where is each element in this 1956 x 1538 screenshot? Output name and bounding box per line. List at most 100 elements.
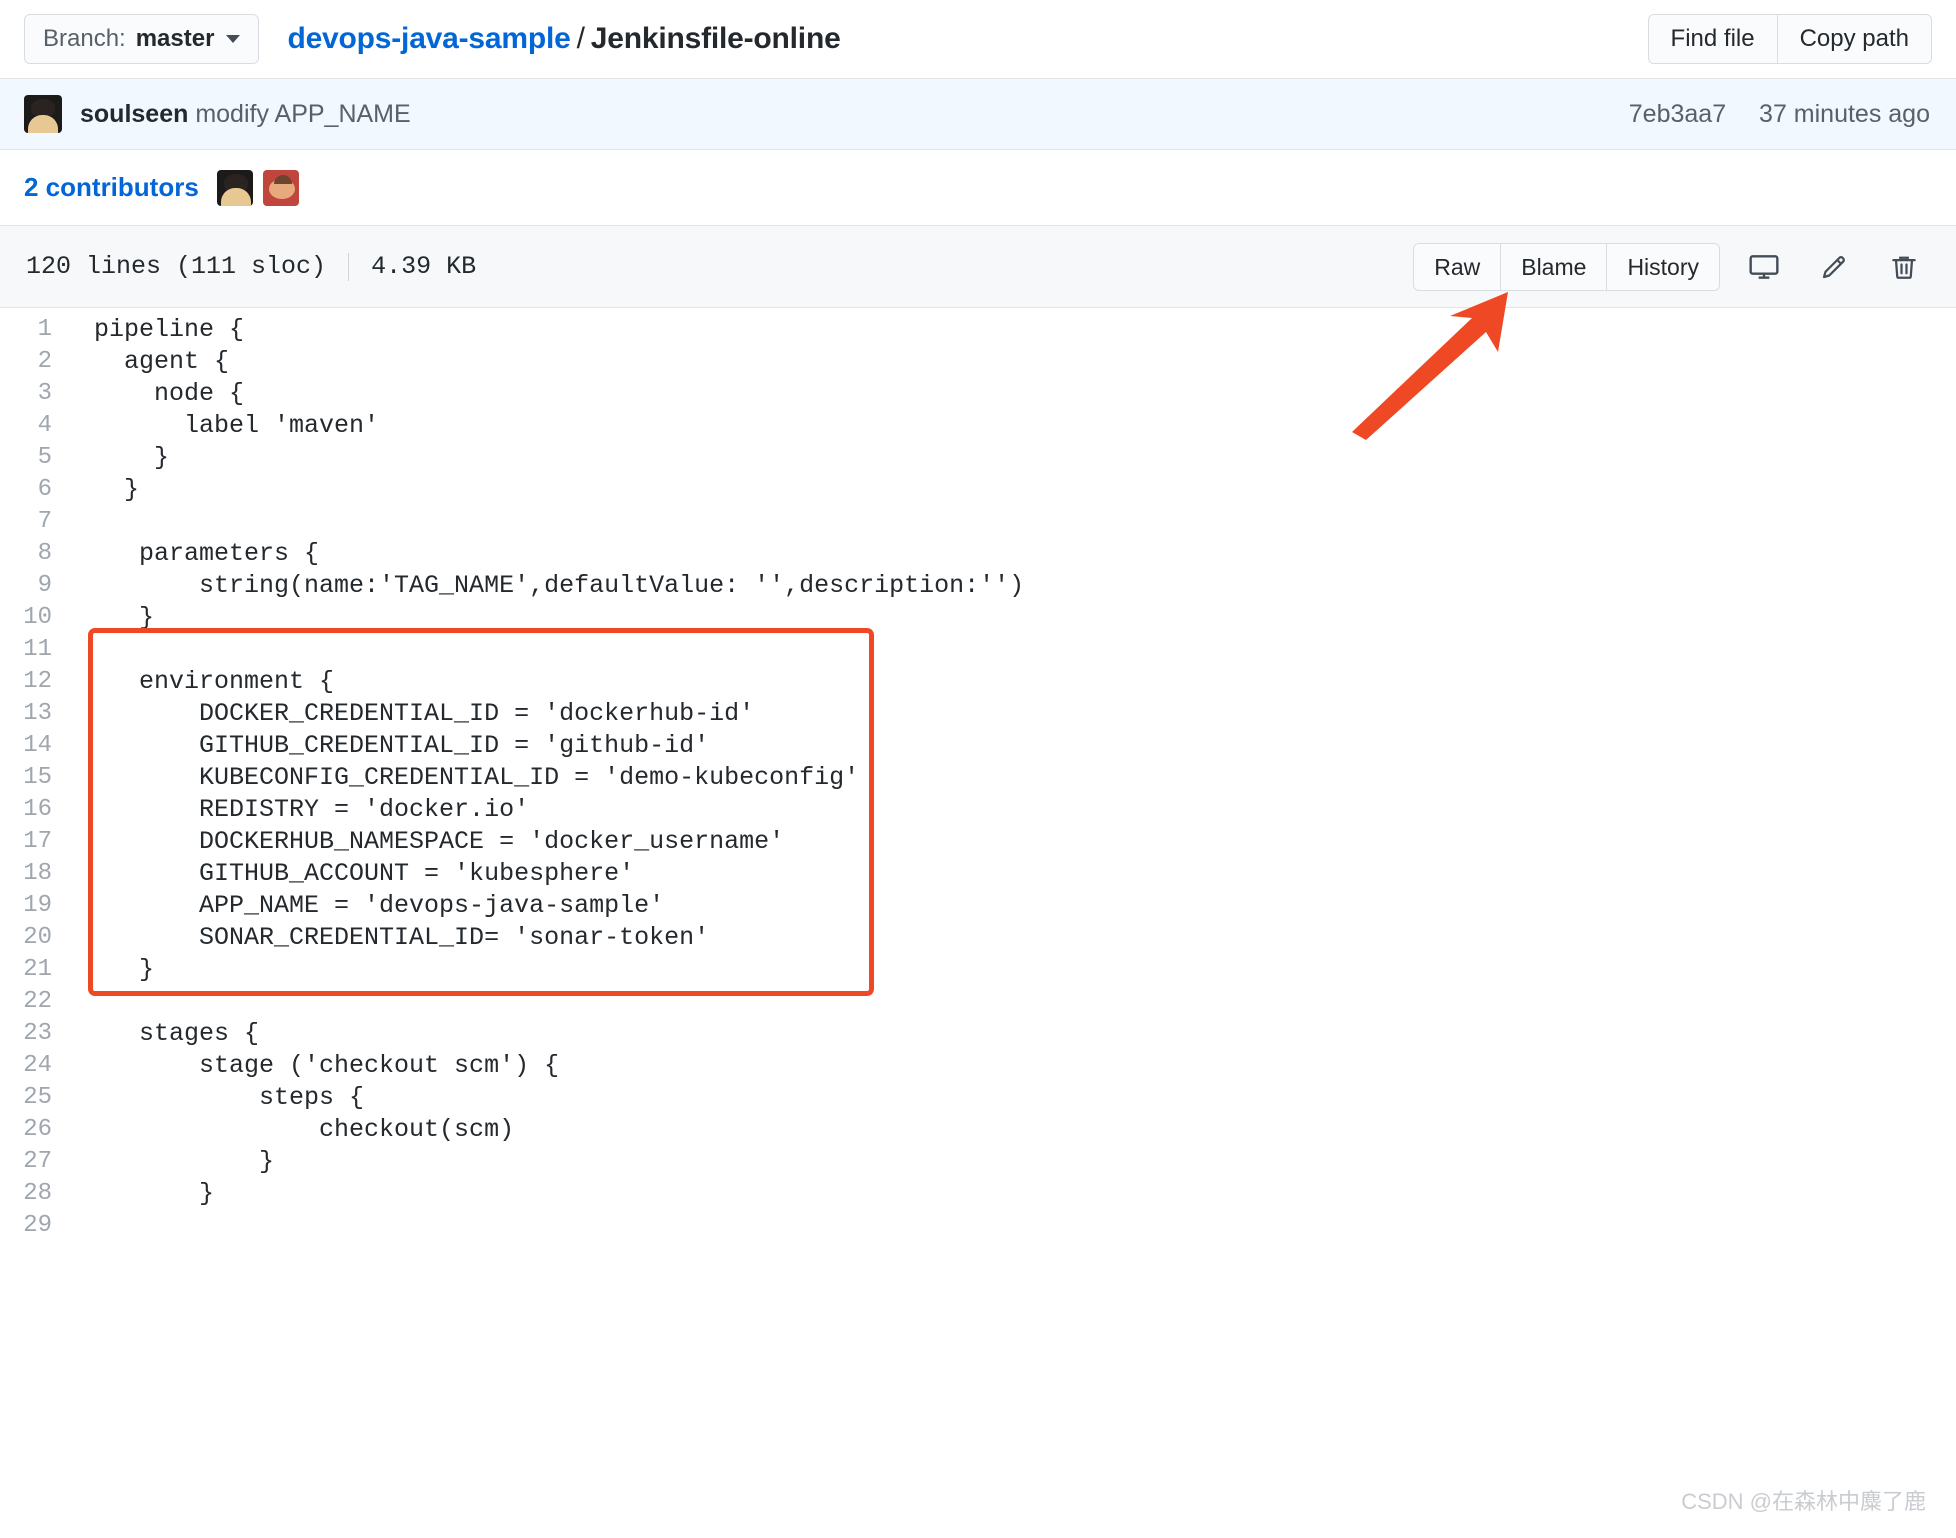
code-line: 28 } <box>0 1178 1956 1210</box>
line-number[interactable]: 12 <box>0 666 72 698</box>
line-number[interactable]: 27 <box>0 1146 72 1178</box>
contributors-link[interactable]: 2 contributors <box>24 172 199 203</box>
line-number[interactable]: 22 <box>0 986 72 1018</box>
line-content: DOCKERHUB_NAMESPACE = 'docker_username' <box>94 827 785 856</box>
line-content: label 'maven' <box>94 411 380 440</box>
line-number[interactable]: 25 <box>0 1082 72 1114</box>
header-actions: Find file Copy path <box>1647 14 1932 64</box>
line-number[interactable]: 18 <box>0 858 72 890</box>
line-number[interactable]: 23 <box>0 1018 72 1050</box>
line-content: checkout(scm) <box>94 1115 515 1144</box>
file-size: 4.39 KB <box>371 252 477 281</box>
line-content: } <box>94 603 155 632</box>
line-number[interactable]: 15 <box>0 762 72 794</box>
line-number[interactable]: 3 <box>0 378 72 410</box>
breadcrumb-file-name: Jenkinsfile-online <box>590 22 841 55</box>
code-line: 8 parameters { <box>0 538 1956 570</box>
code-line: 21 } <box>0 954 1956 986</box>
line-content: parameters { <box>94 539 320 568</box>
file-meta: 120 lines (111 sloc) 4.39 KB <box>26 252 476 281</box>
line-content: GITHUB_CREDENTIAL_ID = 'github-id' <box>94 731 710 760</box>
meta-divider <box>348 252 350 281</box>
code-line: 9 string(name:'TAG_NAME',defaultValue: '… <box>0 570 1956 602</box>
code-line: 19 APP_NAME = 'devops-java-sample' <box>0 890 1956 922</box>
file-line-count: 120 lines (111 sloc) <box>26 252 327 281</box>
line-number[interactable]: 13 <box>0 698 72 730</box>
history-button[interactable]: History <box>1606 242 1720 291</box>
line-number[interactable]: 2 <box>0 346 72 378</box>
pencil-icon[interactable] <box>1808 243 1860 291</box>
contributors-bar: 2 contributors <box>0 150 1956 226</box>
header-button-group: Find file Copy path <box>1647 14 1932 64</box>
avatar[interactable] <box>216 169 253 206</box>
code-line: 10 } <box>0 602 1956 634</box>
code-line: 2 agent { <box>0 346 1956 378</box>
blame-button[interactable]: Blame <box>1500 242 1607 291</box>
line-number[interactable]: 28 <box>0 1178 72 1210</box>
line-number[interactable]: 20 <box>0 922 72 954</box>
contributor-avatars <box>216 169 299 206</box>
commit-sha[interactable]: 7eb3aa7 <box>1629 100 1726 128</box>
trash-icon[interactable] <box>1878 243 1930 291</box>
breadcrumb-repo-link[interactable]: devops-java-sample <box>287 22 570 55</box>
line-content: environment { <box>94 667 335 696</box>
code-line: 6 } <box>0 474 1956 506</box>
branch-selector-button[interactable]: Branch: master <box>24 14 260 64</box>
code-line: 5 } <box>0 442 1956 474</box>
line-content: string(name:'TAG_NAME',defaultValue: '',… <box>94 571 1025 600</box>
line-number[interactable]: 26 <box>0 1114 72 1146</box>
line-content: } <box>94 1179 215 1208</box>
code-line: 15 KUBECONFIG_CREDENTIAL_ID = 'demo-kube… <box>0 762 1956 794</box>
line-content: } <box>94 443 170 472</box>
commit-meta: 7eb3aa7 37 minutes ago <box>1629 100 1930 129</box>
line-content: SONAR_CREDENTIAL_ID= 'sonar-token' <box>94 923 710 952</box>
line-content: APP_NAME = 'devops-java-sample' <box>94 891 665 920</box>
line-number[interactable]: 5 <box>0 442 72 474</box>
line-content: steps { <box>94 1083 365 1112</box>
line-number[interactable]: 7 <box>0 506 72 538</box>
code-line: 25 steps { <box>0 1082 1956 1114</box>
find-file-button[interactable]: Find file <box>1647 14 1777 64</box>
line-number[interactable]: 24 <box>0 1050 72 1082</box>
line-number[interactable]: 14 <box>0 730 72 762</box>
line-content: KUBECONFIG_CREDENTIAL_ID = 'demo-kubecon… <box>94 763 860 792</box>
code-line: 12 environment { <box>0 666 1956 698</box>
file-actions: Raw Blame History <box>1413 242 1930 291</box>
code-line: 3 node { <box>0 378 1956 410</box>
code-line: 1 pipeline { <box>0 314 1956 346</box>
line-content: GITHUB_ACCOUNT = 'kubesphere' <box>94 859 635 888</box>
line-content: DOCKER_CREDENTIAL_ID = 'dockerhub-id' <box>94 699 755 728</box>
code-line: 4 label 'maven' <box>0 410 1956 442</box>
line-content: REDISTRY = 'docker.io' <box>94 795 530 824</box>
line-number[interactable]: 8 <box>0 538 72 570</box>
line-number[interactable]: 1 <box>0 314 72 346</box>
line-number[interactable]: 29 <box>0 1210 72 1242</box>
copy-path-button[interactable]: Copy path <box>1776 14 1932 64</box>
file-toolbar: 120 lines (111 sloc) 4.39 KB Raw Blame H… <box>0 226 1956 308</box>
raw-button[interactable]: Raw <box>1413 242 1501 291</box>
commit-author-link[interactable]: soulseen <box>80 100 188 128</box>
desktop-icon[interactable] <box>1738 243 1790 291</box>
line-number[interactable]: 21 <box>0 954 72 986</box>
line-number[interactable]: 16 <box>0 794 72 826</box>
line-number[interactable]: 17 <box>0 826 72 858</box>
line-number[interactable]: 9 <box>0 570 72 602</box>
avatar[interactable] <box>262 169 299 206</box>
line-number[interactable]: 10 <box>0 602 72 634</box>
line-number[interactable]: 6 <box>0 474 72 506</box>
commit-summary: soulseen modify APP_NAME <box>80 100 411 129</box>
commit-time: 37 minutes ago <box>1759 99 1930 128</box>
file-content[interactable]: 1 pipeline {2 agent {3 node {4 label 'mav… <box>0 308 1956 1242</box>
line-number[interactable]: 11 <box>0 634 72 666</box>
commit-message[interactable]: modify APP_NAME <box>195 100 410 128</box>
avatar[interactable] <box>24 95 62 133</box>
line-content: node { <box>94 379 245 408</box>
breadcrumb: devops-java-sample / Jenkinsfile-online <box>287 22 840 56</box>
line-number[interactable]: 19 <box>0 890 72 922</box>
line-content: pipeline { <box>94 315 245 344</box>
line-number[interactable]: 4 <box>0 410 72 442</box>
code-line: 24 stage ('checkout scm') { <box>0 1050 1956 1082</box>
code-line: 23 stages { <box>0 1018 1956 1050</box>
line-content: } <box>94 475 140 504</box>
code-line: 27 } <box>0 1146 1956 1178</box>
